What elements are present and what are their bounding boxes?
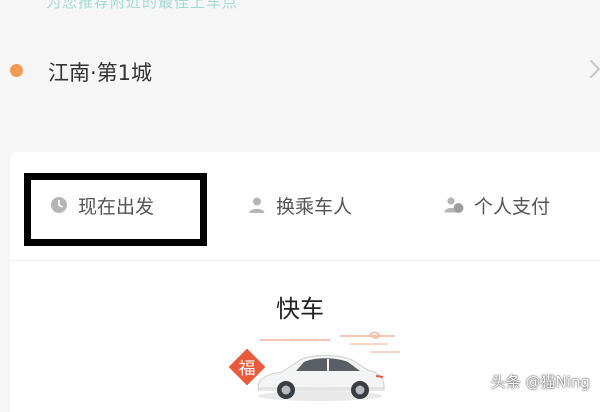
pickup-location-label: 江南·第1城 bbox=[48, 61, 153, 85]
watermark-text: 头条 @猫Ning bbox=[490, 373, 590, 391]
chevron-right-icon bbox=[589, 59, 600, 79]
fortune-badge-char: 福 bbox=[239, 359, 256, 379]
personal-payment-label: 个人支付 bbox=[474, 195, 551, 218]
person-icon bbox=[249, 197, 265, 213]
wallet-people-icon bbox=[444, 197, 464, 213]
switch-passenger-option[interactable]: 换乘车人 bbox=[248, 190, 352, 220]
car-type-label[interactable]: 快车 bbox=[276, 289, 324, 324]
annotation-highlight-box bbox=[24, 173, 207, 246]
top-hint-text: 为您推荐附近的最佳上车点 bbox=[46, 0, 239, 11]
card-divider bbox=[10, 260, 600, 261]
location-dot-icon bbox=[10, 64, 23, 77]
personal-payment-option[interactable]: 个人支付 bbox=[444, 190, 550, 220]
car-illustration-icon[interactable]: 福 bbox=[220, 330, 410, 402]
pickup-location-row[interactable]: 江南·第1城 bbox=[0, 48, 600, 92]
switch-passenger-label: 换乘车人 bbox=[276, 195, 353, 218]
